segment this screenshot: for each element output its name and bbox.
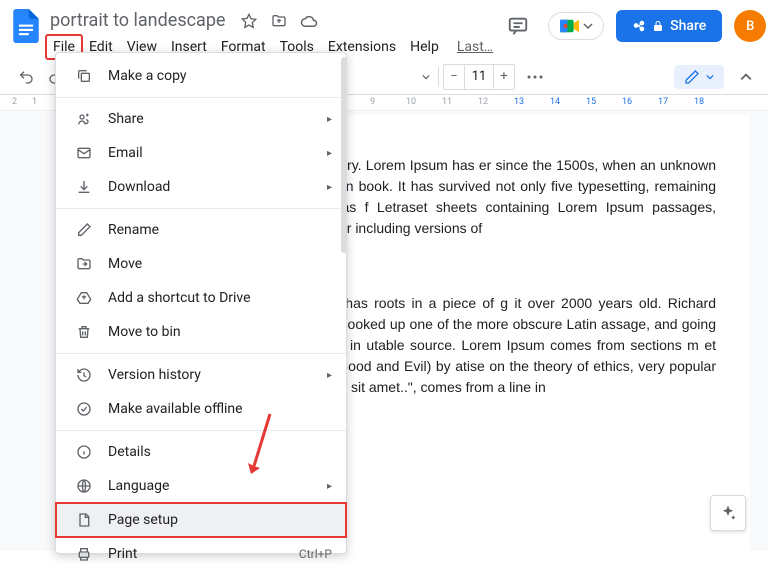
- explore-button[interactable]: [710, 495, 746, 531]
- trash-icon: [74, 324, 94, 340]
- ruler-mark: 13: [514, 97, 524, 107]
- star-icon[interactable]: [239, 11, 259, 31]
- dropdown-separator: [56, 97, 346, 98]
- copy-icon: [74, 68, 94, 84]
- docs-logo-icon[interactable]: [12, 8, 40, 44]
- menu-item-label: Move to bin: [108, 324, 332, 340]
- ruler-mark: 10: [406, 97, 416, 107]
- cloud-status-icon[interactable]: [299, 11, 319, 31]
- ruler-mark: 9: [370, 97, 375, 107]
- submenu-arrow-icon: ▸: [327, 481, 332, 492]
- menu-item-label: Rename: [108, 222, 332, 238]
- move-to-folder-icon[interactable]: [269, 11, 289, 31]
- comments-icon[interactable]: [500, 8, 536, 44]
- menu-item-download[interactable]: Download▸: [56, 170, 346, 204]
- menu-item-label: Share: [108, 111, 327, 127]
- menu-item-version-history[interactable]: Version history▸: [56, 358, 346, 392]
- ruler-mark: 16: [622, 97, 632, 107]
- ruler-mark: 14: [550, 97, 560, 107]
- menu-item-label: Add a shortcut to Drive: [108, 290, 332, 306]
- ruler-mark: 12: [478, 97, 488, 107]
- dropdown-separator: [56, 353, 346, 354]
- editing-mode-button[interactable]: [674, 65, 724, 89]
- move-icon: [74, 256, 94, 272]
- collapse-toolbar-icon[interactable]: [736, 65, 756, 89]
- font-size-control: − 11 +: [443, 64, 515, 90]
- file-menu-dropdown: Make a copyShare▸Email▸Download▸RenameMo…: [55, 52, 347, 554]
- more-toolbar-icon[interactable]: [521, 63, 549, 91]
- menu-item-label: Language: [108, 478, 327, 494]
- share-button-label: Share: [670, 18, 706, 34]
- email-icon: [74, 145, 94, 161]
- ruler-mark: 17: [658, 97, 668, 107]
- font-size-value[interactable]: 11: [464, 65, 494, 89]
- undo-icon[interactable]: [12, 63, 40, 91]
- menu-item-page-setup[interactable]: Page setup: [56, 503, 346, 537]
- ruler-mark: 2: [12, 97, 17, 107]
- dropdown-separator: [56, 208, 346, 209]
- menu-item-details[interactable]: Details: [56, 435, 346, 469]
- menu-item-make-a-copy[interactable]: Make a copy: [56, 59, 346, 93]
- page-icon: [74, 512, 94, 528]
- menu-item-label: Print: [108, 546, 299, 562]
- app-header: portrait to landescape File Edit View In…: [0, 0, 768, 59]
- drivesc-icon: [74, 290, 94, 306]
- menu-item-label: Move: [108, 256, 332, 272]
- download-icon: [74, 179, 94, 195]
- ruler-mark: 15: [586, 97, 596, 107]
- menu-item-label: Download: [108, 179, 327, 195]
- menu-item-label: Email: [108, 145, 327, 161]
- meet-button[interactable]: [548, 12, 604, 40]
- menu-help[interactable]: Help: [403, 35, 446, 59]
- share-button[interactable]: Share: [616, 10, 722, 42]
- offline-icon: [74, 401, 94, 417]
- font-size-increase[interactable]: +: [494, 65, 514, 89]
- menu-item-language[interactable]: Language▸: [56, 469, 346, 503]
- ruler-mark: 11: [442, 97, 452, 107]
- menu-item-label: Make available offline: [108, 401, 332, 417]
- history-icon: [74, 367, 94, 383]
- ruler-mark: 18: [694, 97, 704, 107]
- submenu-arrow-icon: ▸: [327, 114, 332, 125]
- submenu-arrow-icon: ▸: [327, 148, 332, 159]
- menu-item-print[interactable]: PrintCtrl+P: [56, 537, 346, 571]
- account-avatar[interactable]: B: [734, 10, 766, 42]
- info-icon: [74, 444, 94, 460]
- menu-item-shortcut: Ctrl+P: [299, 547, 332, 561]
- menu-item-move-to-bin[interactable]: Move to bin: [56, 315, 346, 349]
- doc-title[interactable]: portrait to landescape: [46, 8, 229, 33]
- menu-item-label: Page setup: [108, 512, 332, 528]
- menu-item-add-a-shortcut-to-drive[interactable]: Add a shortcut to Drive: [56, 281, 346, 315]
- ruler-mark: 1: [32, 97, 37, 107]
- rename-icon: [74, 222, 94, 238]
- menu-item-rename[interactable]: Rename: [56, 213, 346, 247]
- submenu-arrow-icon: ▸: [327, 182, 332, 193]
- dropdown-separator: [56, 430, 346, 431]
- font-family-select[interactable]: [384, 69, 434, 85]
- menu-item-move[interactable]: Move: [56, 247, 346, 281]
- print-icon: [74, 546, 94, 562]
- globe-icon: [74, 478, 94, 494]
- menu-item-share[interactable]: Share▸: [56, 102, 346, 136]
- submenu-arrow-icon: ▸: [327, 370, 332, 381]
- menu-item-email[interactable]: Email▸: [56, 136, 346, 170]
- share-icon: [74, 111, 94, 127]
- menu-item-label: Details: [108, 444, 332, 460]
- font-size-decrease[interactable]: −: [444, 65, 464, 89]
- menu-item-label: Make a copy: [108, 68, 332, 84]
- menu-item-make-available-offline[interactable]: Make available offline: [56, 392, 346, 426]
- last-edit-link[interactable]: Last…: [450, 35, 500, 59]
- menu-item-label: Version history: [108, 367, 327, 383]
